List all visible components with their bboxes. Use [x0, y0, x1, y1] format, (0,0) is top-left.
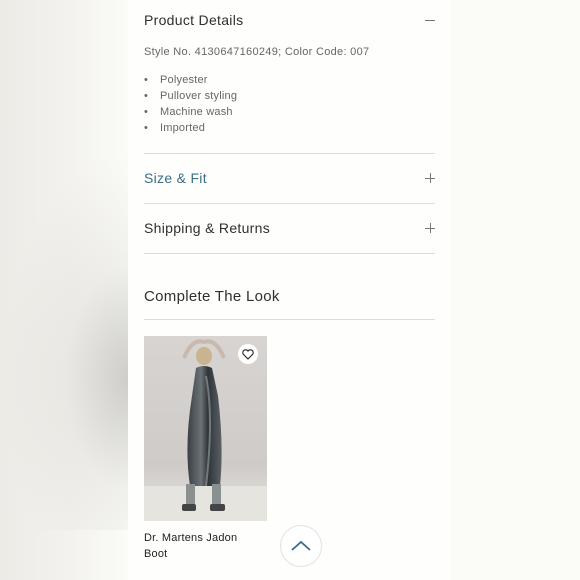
accordion-size-fit[interactable]: Size & Fit — [144, 170, 435, 186]
complete-the-look-title: Complete The Look — [144, 288, 280, 305]
feature-item: Pullover styling — [144, 88, 237, 104]
background-shadow — [0, 150, 130, 530]
product-info-panel: Product Details Style No. 4130647160249;… — [128, 0, 451, 580]
divider — [144, 319, 435, 320]
plus-icon[interactable] — [425, 223, 435, 233]
product-card[interactable]: Dr. Martens Jadon Boot — [144, 336, 267, 562]
divider — [144, 153, 435, 154]
size-fit-title: Size & Fit — [144, 170, 207, 186]
divider — [144, 253, 435, 254]
chevron-up-icon — [291, 540, 311, 551]
product-details-title: Product Details — [144, 12, 244, 28]
heart-icon — [242, 348, 254, 360]
divider — [144, 203, 435, 204]
feature-item: Polyester — [144, 72, 237, 88]
scroll-to-top-button[interactable] — [280, 525, 322, 567]
style-number: Style No. 4130647160249; Color Code: 007 — [144, 46, 370, 58]
wishlist-button[interactable] — [238, 344, 258, 364]
minus-icon[interactable] — [425, 15, 435, 25]
feature-item: Imported — [144, 120, 237, 136]
accordion-product-details[interactable]: Product Details — [144, 12, 435, 28]
product-name[interactable]: Dr. Martens Jadon Boot — [144, 530, 254, 562]
feature-item: Machine wash — [144, 104, 237, 120]
plus-icon[interactable] — [425, 173, 435, 183]
accordion-shipping-returns[interactable]: Shipping & Returns — [144, 220, 435, 236]
product-image[interactable] — [144, 336, 267, 521]
product-features-list: Polyester Pullover styling Machine wash … — [144, 72, 237, 136]
shipping-returns-title: Shipping & Returns — [144, 220, 271, 236]
